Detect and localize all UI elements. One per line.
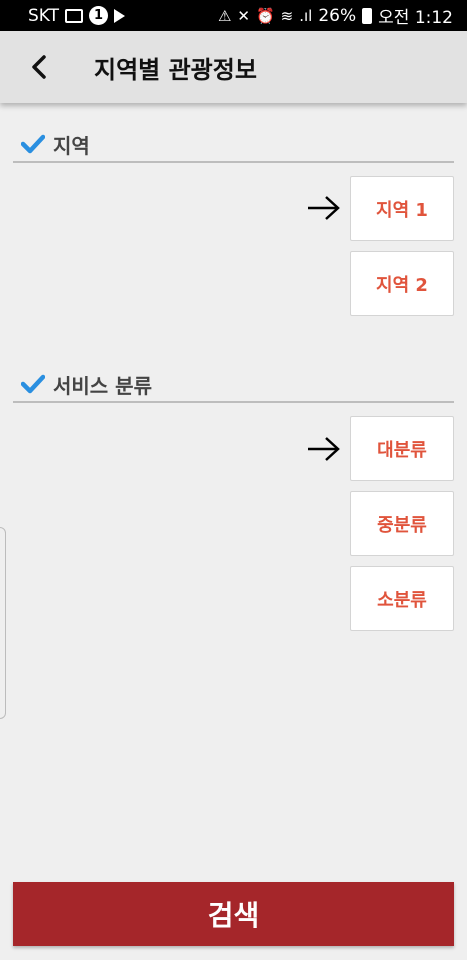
clock: 오전 1:12 — [378, 8, 453, 28]
network-icon: ⚠ — [217, 6, 232, 25]
arrow-right-icon — [308, 437, 340, 461]
wifi-icon: ≋ — [280, 6, 294, 25]
carrier-label: SKT — [28, 5, 60, 26]
status-bar: SKT 1 ⚠ ✕ ⏰ ≋ .ıl 26% 오전 1:12 — [0, 0, 467, 31]
check-icon — [21, 134, 45, 154]
back-button[interactable] — [14, 37, 64, 97]
minor-category-button[interactable]: 소분류 — [350, 566, 454, 631]
region-1-button[interactable]: 지역 1 — [350, 176, 454, 241]
search-button[interactable]: 검색 — [13, 882, 454, 946]
side-drawer-handle[interactable] — [0, 527, 6, 719]
badge-icon: 1 — [89, 6, 109, 25]
mute-icon: ✕ — [237, 6, 250, 25]
battery-percent: 26% — [318, 5, 357, 26]
service-section-title: 서비스 분류 — [53, 373, 152, 398]
app-bar: 지역별 관광정보 — [0, 31, 467, 103]
page-title: 지역별 관광정보 — [94, 55, 257, 84]
chevron-left-icon — [32, 55, 46, 79]
arrow-right-icon — [308, 196, 340, 220]
battery-icon — [362, 7, 373, 24]
major-category-button[interactable]: 대분류 — [350, 416, 454, 481]
play-icon — [114, 8, 126, 23]
service-section-header: 서비스 분류 — [13, 367, 454, 403]
image-icon — [65, 8, 84, 23]
check-icon — [21, 374, 45, 394]
region-section-title: 지역 — [53, 133, 90, 158]
middle-category-button[interactable]: 중분류 — [350, 491, 454, 556]
region-section-header: 지역 — [13, 127, 454, 163]
signal-icon: .ıl — [299, 6, 313, 25]
alarm-icon: ⏰ — [255, 6, 275, 25]
region-2-button[interactable]: 지역 2 — [350, 251, 454, 316]
